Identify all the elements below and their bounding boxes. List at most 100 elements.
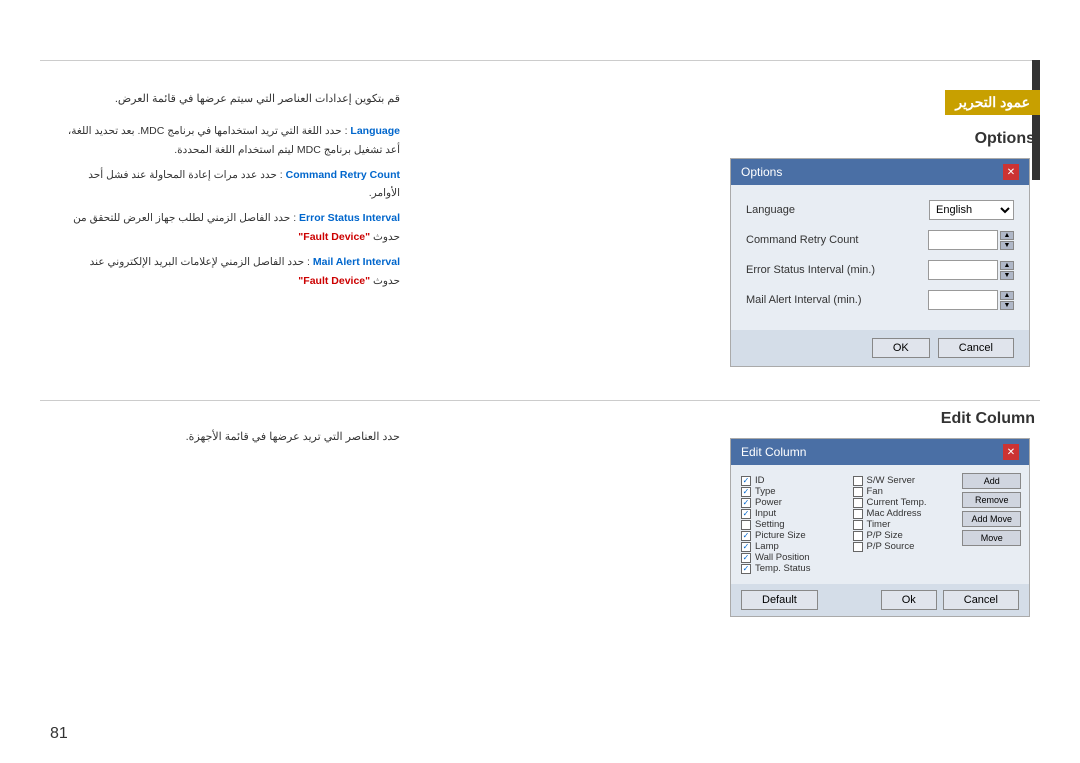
error-interval-up[interactable]: ▲ <box>1000 261 1014 270</box>
checkbox-sw-server[interactable] <box>853 476 863 486</box>
edit-arabic-content: حدد العناصر التي تريد عرضها في قائمة الأ… <box>60 430 400 443</box>
checkbox-fan[interactable] <box>853 487 863 497</box>
checkbox-power[interactable]: ✓ <box>741 498 751 508</box>
edit-col-timer: Timer <box>853 519 955 530</box>
edit-col-picture-size: ✓ Picture Size <box>741 530 843 541</box>
mail-interval-row: Mail Alert Interval (min.) 010 ▲ ▼ <box>746 290 1014 310</box>
checkbox-lamp[interactable]: ✓ <box>741 542 751 552</box>
edit-col-lamp: ✓ Lamp <box>741 541 843 552</box>
edit-dialog-footer: Default Ok Cancel <box>731 584 1029 616</box>
fault-device-1: "Fault Device" <box>298 231 370 243</box>
edit-side-buttons: Add Remove Add Move Move <box>962 473 1021 546</box>
retry-count-row: Command Retry Count 01 ▲ ▼ <box>746 230 1014 250</box>
error-interval-spinner: ▲ ▼ <box>1000 261 1014 280</box>
edit-column-dialog: Edit Column ✕ ✓ ID ✓ Type <box>730 438 1030 617</box>
retry-count-up[interactable]: ▲ <box>1000 231 1014 240</box>
edit-col-mac-address: Mac Address <box>853 508 955 519</box>
error-interval-input-group: 10 ▲ ▼ <box>928 260 1014 280</box>
mail-interval-up[interactable]: ▲ <box>1000 291 1014 300</box>
checkbox-picture-size[interactable]: ✓ <box>741 531 751 541</box>
edit-col-pp-source: P/P Source <box>853 541 955 552</box>
col-label-pp-source: P/P Source <box>867 541 915 552</box>
edit-right-column: S/W Server Fan Current Temp. Mac Ad <box>853 475 955 574</box>
edit-col-power: ✓ Power <box>741 497 843 508</box>
edit-section: Edit Column Edit Column ✕ ✓ ID ✓ Type <box>730 410 1040 617</box>
checkbox-id[interactable]: ✓ <box>741 476 751 486</box>
options-dialog-footer: OK Cancel <box>731 330 1029 366</box>
col-label-lamp: Lamp <box>755 541 779 552</box>
checkbox-pp-size[interactable] <box>853 531 863 541</box>
options-dialog: Options ✕ Language English Command Retry… <box>730 158 1030 367</box>
language-select[interactable]: English <box>929 200 1014 220</box>
checkbox-setting[interactable] <box>741 520 751 530</box>
options-dialog-title: Options <box>741 165 782 179</box>
edit-col-id: ✓ ID <box>741 475 843 486</box>
language-field-label: Language <box>746 204 929 216</box>
edit-col-pp-size: P/P Size <box>853 530 955 541</box>
arabic-title-badge: عمود التحرير <box>945 90 1040 115</box>
move-button[interactable]: Move <box>962 530 1021 546</box>
checkbox-input[interactable]: ✓ <box>741 509 751 519</box>
checkbox-timer[interactable] <box>853 520 863 530</box>
mail-interval-input[interactable]: 010 <box>928 290 998 310</box>
checkbox-pp-source[interactable] <box>853 542 863 552</box>
checkbox-current-temp[interactable] <box>853 498 863 508</box>
error-interval-down[interactable]: ▼ <box>1000 271 1014 280</box>
top-divider <box>40 60 1040 61</box>
add-button[interactable]: Add <box>962 473 1021 489</box>
checkbox-temp-status[interactable]: ✓ <box>741 564 751 574</box>
error-interval-input[interactable]: 10 <box>928 260 998 280</box>
options-close-button[interactable]: ✕ <box>1003 164 1019 180</box>
edit-col-input: ✓ Input <box>741 508 843 519</box>
col-label-picture-size: Picture Size <box>755 530 806 541</box>
mail-interval-down[interactable]: ▼ <box>1000 301 1014 310</box>
col-label-sw-server: S/W Server <box>867 475 916 486</box>
intro-text: قم بتكوين إعدادات العناصر التي سيتم عرضه… <box>60 90 400 110</box>
edit-col-wall-position: ✓ Wall Position <box>741 552 843 563</box>
checkbox-mac-address[interactable] <box>853 509 863 519</box>
col-label-setting: Setting <box>755 519 785 530</box>
retry-count-down[interactable]: ▼ <box>1000 241 1014 250</box>
error-interval-label: Error Status Interval (min.) <box>746 264 928 276</box>
retry-count-input-group: 01 ▲ ▼ <box>928 230 1014 250</box>
options-dialog-body: Language English Command Retry Count 01 … <box>731 185 1029 330</box>
col-label-mac-address: Mac Address <box>867 508 922 519</box>
language-label: Language <box>350 125 400 137</box>
col-label-id: ID <box>755 475 765 486</box>
edit-left-column: ✓ ID ✓ Type ✓ Power ✓ In <box>741 475 843 574</box>
mail-label: Mail Alert Interval <box>313 256 400 268</box>
col-label-fan: Fan <box>867 486 883 497</box>
options-ok-button[interactable]: OK <box>872 338 930 358</box>
col-label-timer: Timer <box>867 519 891 530</box>
edit-dialog-title: Edit Column <box>741 445 806 459</box>
edit-col-fan: Fan <box>853 486 955 497</box>
error-interval-row: Error Status Interval (min.) 10 ▲ ▼ <box>746 260 1014 280</box>
mail-interval-label: Mail Alert Interval (min.) <box>746 294 928 306</box>
edit-ok-button[interactable]: Ok <box>881 590 937 610</box>
retry-count-spinner: ▲ ▼ <box>1000 231 1014 250</box>
checkbox-wall-position[interactable]: ✓ <box>741 553 751 563</box>
col-label-wall-position: Wall Position <box>755 552 810 563</box>
page-number: 81 <box>50 725 68 743</box>
edit-dialog-content: ✓ ID ✓ Type ✓ Power ✓ In <box>731 465 1029 616</box>
bullet-language: Language : حدد اللغة التي تريد استخدامها… <box>60 122 400 160</box>
checkbox-type[interactable]: ✓ <box>741 487 751 497</box>
fault-device-2: "Fault Device" <box>298 275 370 287</box>
col-label-current-temp: Current Temp. <box>867 497 927 508</box>
add-move-button[interactable]: Add Move <box>962 511 1021 527</box>
default-button[interactable]: Default <box>741 590 818 610</box>
edit-column-title: Edit Column <box>730 410 1040 428</box>
options-cancel-button[interactable]: Cancel <box>938 338 1014 358</box>
language-row: Language English <box>746 200 1014 220</box>
remove-button[interactable]: Remove <box>962 492 1021 508</box>
language-input-group: English <box>929 200 1014 220</box>
col-label-power: Power <box>755 497 782 508</box>
options-dialog-titlebar: Options ✕ <box>731 159 1029 185</box>
retry-label: Command Retry Count <box>286 169 400 181</box>
edit-col-type: ✓ Type <box>741 486 843 497</box>
edit-close-button[interactable]: ✕ <box>1003 444 1019 460</box>
retry-count-input[interactable]: 01 <box>928 230 998 250</box>
edit-col-sw-server: S/W Server <box>853 475 955 486</box>
edit-cancel-button[interactable]: Cancel <box>943 590 1019 610</box>
edit-arabic-text: حدد العناصر التي تريد عرضها في قائمة الأ… <box>186 431 400 443</box>
